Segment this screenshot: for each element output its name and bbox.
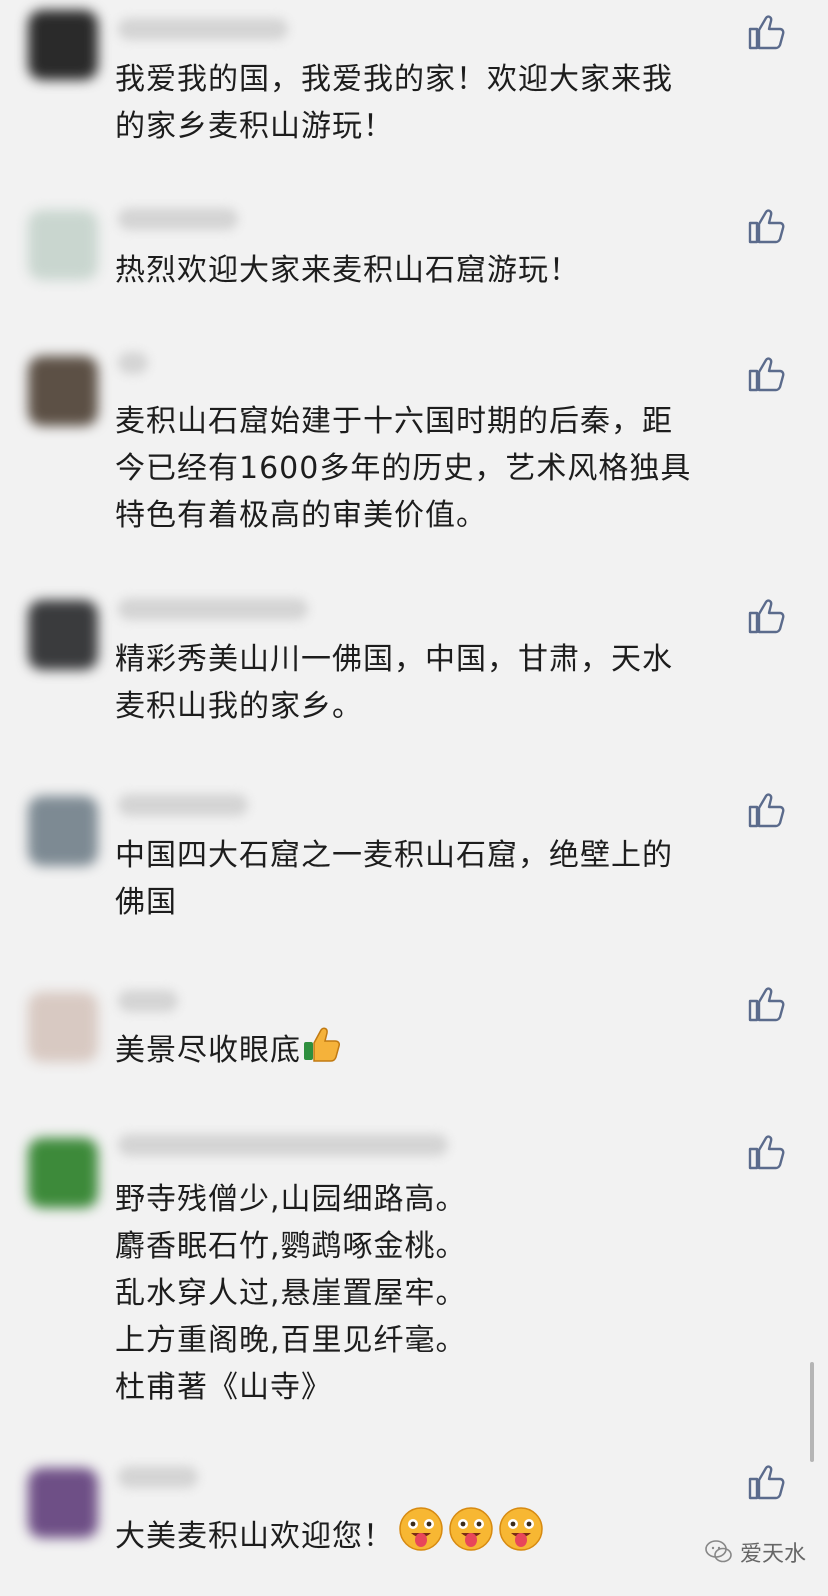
avatar[interactable] xyxy=(28,992,98,1062)
comment-text: 热烈欢迎大家来麦积山石窟游玩！ xyxy=(115,253,580,288)
nickname-blurred[interactable] xyxy=(118,18,288,40)
like-button[interactable] xyxy=(746,1462,786,1502)
tongue-face-emoji xyxy=(499,1507,543,1551)
tongue-face-emoji xyxy=(399,1507,443,1551)
thumbs-up-outline-icon xyxy=(748,599,785,634)
thumbs-up-outline-icon xyxy=(748,1135,785,1170)
thumbs-up-outline-icon xyxy=(748,793,785,828)
scrollbar[interactable] xyxy=(810,1362,814,1462)
thumbs-up-outline-icon xyxy=(748,357,785,392)
tongue-face-emoji xyxy=(449,1507,493,1551)
comment-text: 麦积山石窟始建于十六国时期的后秦，距 今已经有1600多年的历史，艺术风格独具 … xyxy=(115,404,692,533)
comment-text-content: 大美麦积山欢迎您！ xyxy=(115,1519,394,1554)
like-button[interactable] xyxy=(746,354,786,394)
wechat-icon xyxy=(705,1540,732,1563)
comment-text: 美景尽收眼底 xyxy=(115,1024,788,1074)
nickname-blurred[interactable] xyxy=(118,990,178,1012)
avatar[interactable] xyxy=(28,210,98,280)
like-button[interactable] xyxy=(746,790,786,830)
thumbs-up-outline-icon xyxy=(748,1465,785,1500)
thumbs-up-outline-icon xyxy=(748,15,785,50)
nickname-blurred[interactable] xyxy=(118,352,148,374)
nickname-blurred[interactable] xyxy=(118,1466,198,1488)
avatar[interactable] xyxy=(28,600,98,670)
avatar[interactable] xyxy=(28,1138,98,1208)
like-button[interactable] xyxy=(746,12,786,52)
like-button[interactable] xyxy=(746,1132,786,1172)
like-button[interactable] xyxy=(746,206,786,246)
comment-text: 野寺残僧少,山园细路高。 麝香眠石竹,鹦鹉啄金桃。 乱水穿人过,悬崖置屋牢。 上… xyxy=(115,1182,467,1405)
avatar[interactable] xyxy=(28,796,98,866)
like-button[interactable] xyxy=(746,596,786,636)
comment-text: 精彩秀美山川一佛国，中国，甘肃，天水 麦积山我的家乡。 xyxy=(115,642,673,724)
comment-text: 我爱我的国，我爱我的家！欢迎大家来我 的家乡麦积山游玩！ xyxy=(115,62,673,144)
avatar[interactable] xyxy=(28,1468,98,1538)
comment-list: 我爱我的国，我爱我的家！欢迎大家来我 的家乡麦积山游玩！ 热烈欢迎大家来麦积山石… xyxy=(0,0,828,1596)
comment-text: 中国四大石窟之一麦积山石窟，绝壁上的 佛国 xyxy=(115,838,673,920)
watermark-label: 爱天水 xyxy=(739,1542,806,1567)
thumbs-up-outline-icon xyxy=(748,209,785,244)
like-button[interactable] xyxy=(746,984,786,1024)
nickname-blurred[interactable] xyxy=(118,1134,448,1156)
nickname-blurred[interactable] xyxy=(118,598,308,620)
comment-text-content: 美景尽收眼底 xyxy=(115,1033,301,1068)
thumbs-up-outline-icon xyxy=(748,987,785,1022)
nickname-blurred[interactable] xyxy=(118,208,238,230)
watermark: 爱天水 xyxy=(704,1532,806,1572)
comment-text: 大美麦积山欢迎您！ xyxy=(115,1506,788,1560)
avatar[interactable] xyxy=(28,10,98,80)
nickname-blurred[interactable] xyxy=(118,794,248,816)
thumbs-up-emoji xyxy=(304,1027,340,1062)
avatar[interactable] xyxy=(28,356,98,426)
